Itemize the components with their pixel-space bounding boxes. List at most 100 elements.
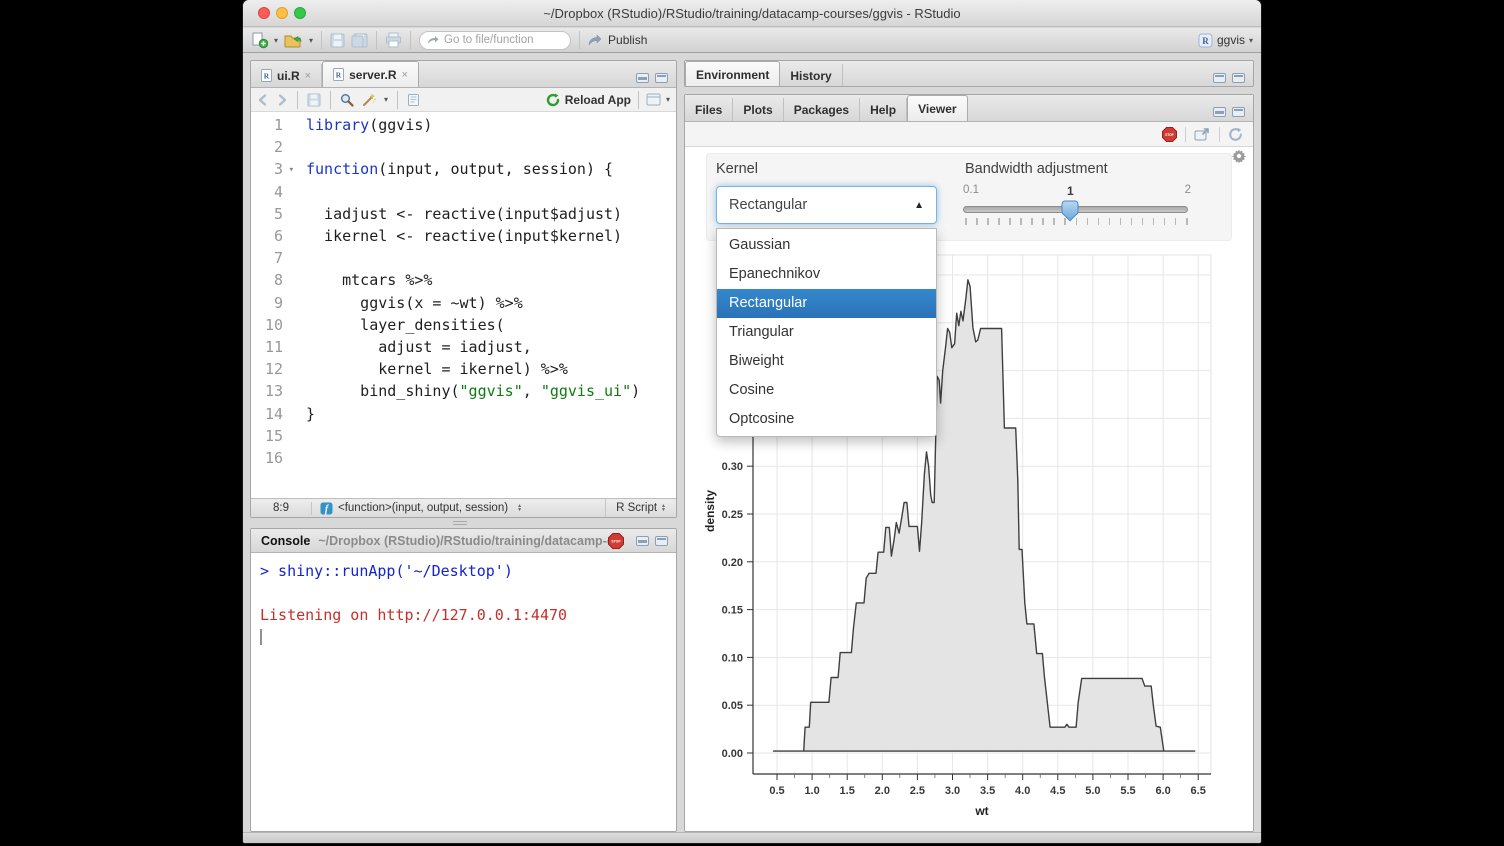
code-tools-caret[interactable]: ▾: [384, 95, 388, 104]
fold-arrow-icon[interactable]: ▾: [289, 159, 294, 181]
code-line[interactable]: 4: [251, 181, 676, 203]
new-file-icon[interactable]: [251, 32, 268, 49]
svg-text:R: R: [1202, 36, 1209, 46]
kernel-option-cosine[interactable]: Cosine: [717, 376, 936, 405]
filetype-selector[interactable]: R Script ▲▼: [605, 499, 676, 517]
code-line[interactable]: 6 ikernel <- reactive(input$kernel): [251, 225, 676, 247]
open-file-icon[interactable]: [284, 33, 303, 48]
code-line[interactable]: 1library(ggvis): [251, 114, 676, 136]
maximize-pane-icon[interactable]: [655, 73, 668, 83]
x-tick-label: 4.0: [1015, 785, 1030, 797]
save-all-icon[interactable]: [351, 33, 368, 48]
goto-file-search[interactable]: [419, 31, 571, 50]
pane-resize-handle[interactable]: [453, 521, 467, 525]
kernel-select-value: Rectangular: [729, 197, 807, 213]
console-output[interactable]: > shiny::runApp('~/Desktop') Listening o…: [251, 553, 676, 645]
restore-pane-icon[interactable]: [1232, 107, 1245, 117]
project-menu-button[interactable]: R ggvis ▾: [1198, 33, 1253, 48]
tab-history[interactable]: History: [780, 64, 842, 87]
kernel-option-optcosine[interactable]: Optcosine: [717, 405, 936, 434]
stop-icon[interactable]: STOP: [1162, 127, 1177, 142]
code-line[interactable]: 10 layer_densities(: [251, 314, 676, 336]
close-tab-icon[interactable]: ×: [305, 70, 311, 82]
open-file-menu-caret[interactable]: ▾: [309, 36, 313, 45]
slider-tick: [1042, 218, 1044, 225]
tab-ui-r[interactable]: Rui.R×: [251, 64, 322, 87]
save-icon[interactable]: [330, 33, 345, 48]
code-line[interactable]: 9 ggvis(x = ~wt) %>%: [251, 292, 676, 314]
refresh-icon[interactable]: [1228, 127, 1243, 142]
tab-plots[interactable]: Plots: [733, 98, 783, 121]
code-text: layer_densities(: [293, 314, 505, 336]
stop-icon[interactable]: STOP: [608, 533, 624, 549]
tab-files[interactable]: Files: [685, 98, 733, 121]
svg-text:R: R: [264, 72, 270, 81]
minimize-pane-icon[interactable]: [636, 536, 649, 546]
back-icon[interactable]: [257, 94, 269, 106]
publish-icon[interactable]: [588, 34, 602, 47]
tab-label: History: [790, 69, 831, 83]
restore-pane-icon[interactable]: [1213, 73, 1226, 83]
code-line[interactable]: 14}: [251, 403, 676, 425]
kernel-option-gaussian[interactable]: Gaussian: [717, 231, 936, 260]
tab-environment[interactable]: Environment: [685, 61, 780, 87]
code-line[interactable]: 12 kernel = ikernel) %>%: [251, 358, 676, 380]
console-working-directory: ~/Dropbox (RStudio)/RStudio/training/dat…: [318, 534, 621, 548]
svg-text:STOP: STOP: [1165, 133, 1174, 137]
code-editor[interactable]: 1library(ggvis)2 3▾function(input, outpu…: [251, 112, 676, 469]
code-text: mtcars %>%: [293, 269, 432, 291]
kernel-option-epanechnikov[interactable]: Epanechnikov: [717, 260, 936, 289]
minimize-pane-icon[interactable]: [1213, 107, 1226, 117]
print-icon[interactable]: [385, 32, 402, 48]
code-line[interactable]: 2: [251, 136, 676, 158]
code-text: [293, 447, 315, 469]
reload-app-label[interactable]: Reload App: [565, 93, 631, 107]
compile-notebook-icon[interactable]: [407, 93, 420, 107]
toolbar-separator: [330, 91, 331, 109]
code-line[interactable]: 11 adjust = iadjust,: [251, 336, 676, 358]
tab-viewer[interactable]: Viewer: [907, 95, 967, 121]
open-in-new-window-icon[interactable]: [1194, 127, 1211, 141]
gear-icon[interactable]: [1232, 149, 1246, 163]
function-scope-selector[interactable]: f <function>(input, output, session) ▲▼: [320, 502, 522, 515]
maximize-pane-icon[interactable]: [1232, 73, 1245, 83]
project-menu-caret: ▾: [1249, 36, 1253, 45]
code-text: adjust = iadjust,: [293, 336, 532, 358]
console-line: Listening on http://127.0.0.1:4470: [260, 604, 676, 626]
code-line[interactable]: 3▾function(input, output, session) {: [251, 158, 676, 180]
rstudio-window: ~/Dropbox (RStudio)/RStudio/training/dat…: [243, 0, 1261, 843]
kernel-option-triangular[interactable]: Triangular: [717, 318, 936, 347]
slider-handle[interactable]: [1061, 200, 1079, 222]
code-text: bind_shiny("ggvis", "ggvis_ui"): [293, 380, 640, 402]
reload-app-icon[interactable]: [546, 93, 560, 107]
goto-file-input[interactable]: [444, 34, 554, 46]
code-line[interactable]: 13 bind_shiny("ggvis", "ggvis_ui"): [251, 380, 676, 402]
y-tick-label: 0.00: [722, 748, 743, 760]
source-panes-icon[interactable]: [646, 93, 661, 106]
tab-help[interactable]: Help: [860, 98, 907, 121]
kernel-select[interactable]: Rectangular ▲: [716, 186, 937, 224]
new-file-menu-caret[interactable]: ▾: [274, 36, 278, 45]
forward-icon[interactable]: [276, 94, 288, 106]
minimize-pane-icon[interactable]: [636, 73, 649, 83]
line-number: 8: [251, 269, 293, 291]
search-icon[interactable]: [340, 93, 354, 107]
kernel-option-biweight[interactable]: Biweight: [717, 347, 936, 376]
tab-label: Help: [870, 103, 896, 117]
code-line[interactable]: 16: [251, 447, 676, 469]
publish-label[interactable]: Publish: [608, 33, 647, 47]
code-line[interactable]: 5 iadjust <- reactive(input$adjust): [251, 203, 676, 225]
code-tools-wand-icon[interactable]: [361, 93, 377, 107]
code-line[interactable]: 8 mtcars %>%: [251, 269, 676, 291]
tab-label: Viewer: [918, 102, 956, 116]
maximize-pane-icon[interactable]: [655, 536, 668, 546]
tab-server-r[interactable]: Rserver.R×: [322, 61, 419, 87]
kernel-option-rectangular[interactable]: Rectangular: [717, 289, 936, 318]
source-panes-caret[interactable]: ▾: [666, 95, 670, 104]
code-line[interactable]: 7: [251, 247, 676, 269]
slider-tick: [987, 218, 989, 225]
code-line[interactable]: 15: [251, 425, 676, 447]
save-icon[interactable]: [307, 93, 321, 107]
close-tab-icon[interactable]: ×: [401, 69, 407, 81]
tab-packages[interactable]: Packages: [784, 98, 860, 121]
